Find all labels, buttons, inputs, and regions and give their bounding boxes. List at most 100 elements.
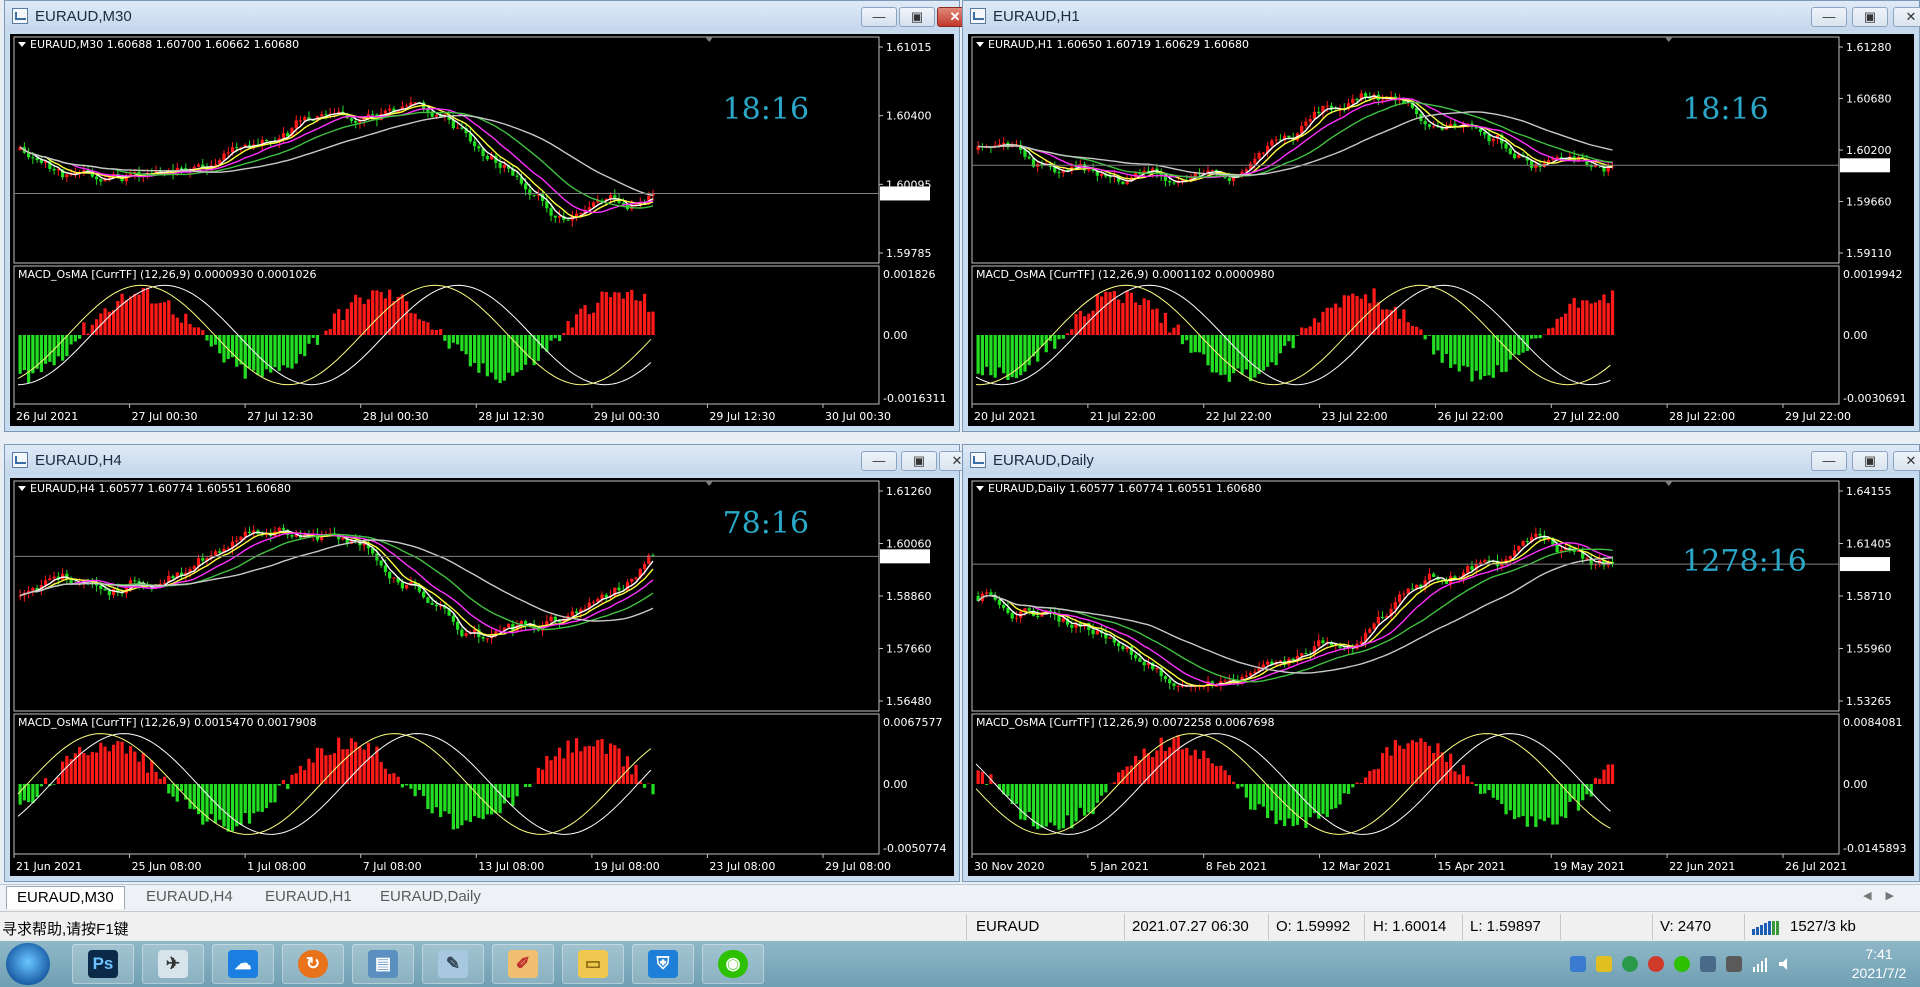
window-titlebar[interactable]: EURAUD,M30 — ▣ ✕ <box>5 1 973 31</box>
shift-marker-icon <box>705 481 714 486</box>
macd-tick-label: 0.00 <box>883 778 908 791</box>
tray-antivirus-icon[interactable] <box>1648 956 1664 972</box>
macd-histogram-bar <box>388 773 392 784</box>
macd-histogram-bar <box>1329 307 1334 335</box>
candle-body <box>460 127 464 129</box>
chart-window-h1[interactable]: EURAUD,H1 — ▣ ✕ 1.60680 1.61280 1.60680 1.6… <box>962 0 1920 432</box>
macd-histogram-bar <box>417 319 422 335</box>
macd-histogram-bar <box>460 784 464 826</box>
chart-window-h4[interactable]: EURAUD,H4 — ▣ ✕ 1.60680 1.61260 1.60060 1.5… <box>4 444 975 882</box>
macd-histogram-bar <box>298 335 303 355</box>
macd-histogram-bar <box>39 335 43 373</box>
maximize-button[interactable]: ▣ <box>1852 451 1888 471</box>
notepad-icon[interactable]: ✎ <box>422 944 484 984</box>
maximize-button[interactable]: ▣ <box>899 7 935 27</box>
macd-histogram-bar <box>1436 743 1440 784</box>
candle-body <box>1585 558 1589 560</box>
ma-line-fast <box>19 530 654 638</box>
candle-body <box>1121 646 1125 650</box>
candle-body <box>570 611 574 616</box>
shield-icon[interactable]: ⛨ <box>632 944 694 984</box>
tab-euraud-m30[interactable]: EURAUD,M30 <box>6 886 125 909</box>
macd-histogram-bar <box>133 293 137 335</box>
status-symbol: EURAUD <box>976 918 1040 935</box>
macd-histogram-bar <box>120 293 124 335</box>
macd-histogram-bar <box>1061 784 1065 829</box>
macd-histogram-bar <box>1547 328 1551 335</box>
macd-histogram-bar <box>647 311 651 335</box>
chart-window-daily[interactable]: EURAUD,Daily — ▣ ✕ 1.60680 1.64155 1.61405… <box>962 444 1920 882</box>
start-icon[interactable] <box>6 943 50 985</box>
tab-scroll-arrows[interactable]: ◀▶ <box>1863 889 1908 902</box>
tray-media-icon[interactable] <box>1596 956 1612 972</box>
macd-histogram-bar <box>201 330 205 335</box>
price-tick-label: 1.55960 <box>1846 643 1892 656</box>
maximize-button[interactable]: ▣ <box>901 451 937 471</box>
macd-histogram-bar <box>1300 784 1304 818</box>
candle-body <box>1376 617 1380 624</box>
tab-euraud-daily[interactable]: EURAUD,Daily <box>370 886 491 908</box>
macd-histogram-bar <box>379 761 383 784</box>
chart-canvas[interactable]: 1.60680 1.61015 1.60400 1.60095 1.59785 EURAU… <box>10 34 954 426</box>
app-icon[interactable]: ✈ <box>142 944 204 984</box>
candle-body <box>405 584 409 589</box>
candle-body <box>1155 668 1159 670</box>
minimize-button[interactable]: — <box>1811 451 1847 471</box>
close-button[interactable]: ✕ <box>1893 451 1920 471</box>
candle-body <box>460 629 464 637</box>
tray-app-icon[interactable] <box>1570 956 1586 972</box>
macd-histogram-bar <box>1014 784 1019 804</box>
minimize-button[interactable]: — <box>1811 7 1847 27</box>
paint-icon[interactable]: ✐ <box>492 944 554 984</box>
macd-histogram-bar <box>1112 782 1116 784</box>
window-titlebar[interactable]: EURAUD,Daily — ▣ ✕ <box>963 445 1920 475</box>
chart-canvas[interactable]: 1.60680 1.61280 1.60680 1.60200 1.59660 1.591… <box>968 34 1914 426</box>
maximize-button[interactable]: ▣ <box>1852 7 1888 27</box>
photoshop-icon[interactable]: Ps <box>72 944 134 984</box>
candle-body <box>1363 93 1368 97</box>
macd-histogram-bar <box>1121 769 1125 784</box>
macd-histogram-bar <box>621 298 625 335</box>
candle-body <box>426 597 430 603</box>
minimize-button[interactable]: — <box>861 7 897 27</box>
candle-body <box>298 120 303 122</box>
chart-canvas[interactable]: 1.60680 1.64155 1.61405 1.58710 1.55960 1.532… <box>968 478 1914 876</box>
macd-histogram-bar <box>1338 784 1342 805</box>
macd-histogram-bar <box>1419 329 1423 335</box>
macd-histogram-bar <box>1087 313 1091 335</box>
chart-canvas[interactable]: 1.60680 1.61260 1.60060 1.58860 1.57660 1.564… <box>10 478 954 876</box>
network-icon[interactable] <box>1752 956 1768 972</box>
tray-usb-icon[interactable] <box>1726 956 1742 972</box>
cloud-app-icon[interactable]: ☁ <box>212 944 274 984</box>
macd-histogram-bar <box>647 783 651 784</box>
macd-histogram-bar <box>1146 753 1151 784</box>
tray-input-icon[interactable] <box>1700 956 1716 972</box>
macd-histogram-bar <box>26 784 31 803</box>
date-label: 21 Jul 22:00 <box>1090 410 1156 423</box>
tray-wechat-icon[interactable] <box>1674 956 1690 972</box>
macd-histogram-bar <box>1461 335 1466 366</box>
control-panel-icon[interactable]: ▤ <box>352 944 414 984</box>
tray-sync-icon[interactable] <box>1622 956 1638 972</box>
folder-icon[interactable]: ▭ <box>562 944 624 984</box>
close-button[interactable]: ✕ <box>1893 7 1920 27</box>
volume-icon[interactable] <box>1778 956 1794 972</box>
candle-body <box>523 183 528 190</box>
minimize-button[interactable]: — <box>861 451 897 471</box>
wechat-icon[interactable]: ◉ <box>702 944 764 984</box>
macd-histogram-bar <box>111 310 116 335</box>
macd-histogram-bar <box>1014 335 1019 378</box>
browser-icon[interactable]: ↻ <box>282 944 344 984</box>
macd-histogram-bar <box>1478 335 1483 380</box>
taskbar-clock[interactable]: 7:41 2021/7/2 <box>1844 945 1914 983</box>
chart-window-m30[interactable]: EURAUD,M30 — ▣ ✕ 1.60680 1.61015 1.60400 1.… <box>4 0 973 432</box>
macd-histogram-bar <box>1325 307 1329 335</box>
tab-euraud-h4[interactable]: EURAUD,H4 <box>136 886 243 908</box>
price-tick-label: 1.61280 <box>1846 41 1892 54</box>
macd-histogram-bar <box>1159 322 1163 335</box>
tab-euraud-h1[interactable]: EURAUD,H1 <box>255 886 362 908</box>
candle-body <box>1508 148 1512 154</box>
window-titlebar[interactable]: EURAUD,H1 — ▣ ✕ <box>963 1 1920 31</box>
window-titlebar[interactable]: EURAUD,H4 — ▣ ✕ <box>5 445 975 475</box>
macd-histogram-bar <box>502 335 506 381</box>
